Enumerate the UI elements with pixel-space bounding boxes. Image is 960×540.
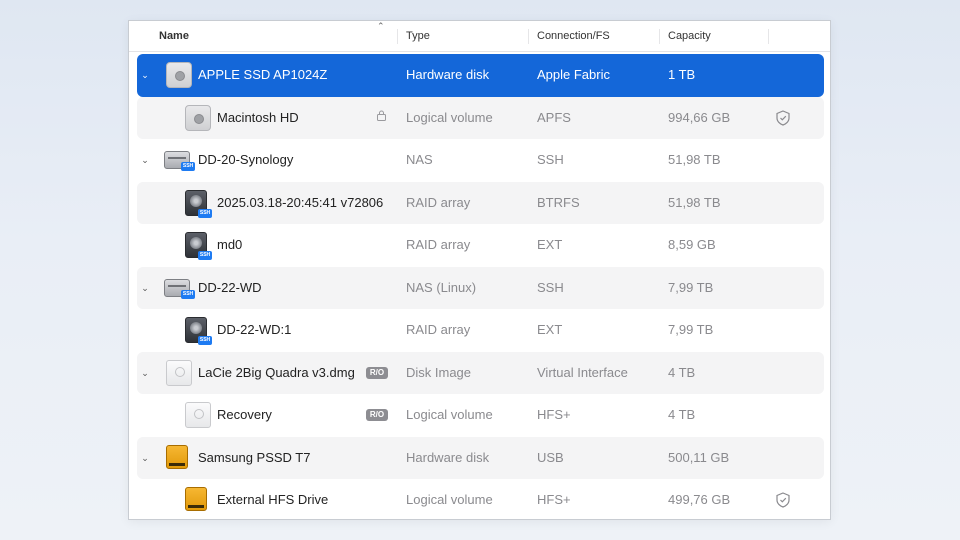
column-capacity-header[interactable]: Capacity: [659, 29, 768, 44]
row-type: Hardware disk: [406, 67, 490, 82]
row-type: Logical volume: [406, 492, 493, 507]
row-type: RAID array: [406, 322, 471, 337]
table-row[interactable]: ⌄ LaCie 2Big Quadra v3.dmg R/O Disk Imag…: [137, 351, 824, 395]
row-type: RAID array: [406, 237, 471, 252]
table-row[interactable]: SSH md0 RAID array EXT 8,59 GB: [137, 224, 824, 267]
row-name: APPLE SSD AP1024Z: [198, 67, 328, 82]
disclosure-chevron-icon[interactable]: ⌄: [137, 352, 153, 395]
row-capacity: 500,11 GB: [668, 449, 730, 465]
row-connection: Virtual Interface: [537, 364, 628, 380]
table-row[interactable]: SSH 2025.03.18-20:45:41 v72806 RAID arra…: [137, 181, 824, 224]
disk-list-window: Name ⌃ Type Connection/FS Capacity ⌄ APP…: [128, 20, 831, 520]
row-connection: USB: [537, 449, 564, 465]
row-capacity: 1 TB: [668, 67, 696, 82]
read-only-badge: R/O: [366, 409, 388, 421]
table-row[interactable]: External HFS Drive Logical volume HFS+ 4…: [137, 479, 824, 519]
table-row[interactable]: ⌄ Samsung PSSD T7 Hardware disk USB 500,…: [137, 436, 824, 480]
raid-icon: SSH: [185, 189, 212, 218]
table-row[interactable]: ⌄ APPLE SSD AP1024Z Hardware disk Apple …: [137, 54, 824, 97]
ssh-badge: SSH: [181, 289, 195, 299]
row-capacity: 51,98 TB: [668, 194, 721, 210]
disclosure-chevron-icon[interactable]: ⌄: [137, 267, 153, 310]
disclosure-chevron-icon[interactable]: ⌄: [137, 139, 153, 182]
nas-icon: SSH: [164, 151, 195, 171]
row-capacity: 51,98 TB: [668, 152, 721, 167]
row-type: NAS: [406, 152, 433, 167]
row-type: Logical volume: [406, 109, 493, 125]
row-type: RAID array: [406, 194, 471, 210]
disk-image-icon: [166, 359, 192, 386]
lock-icon: [377, 97, 386, 140]
table-row[interactable]: ⌄ SSH DD-22-WD NAS (Linux) SSH 7,99 TB: [137, 266, 824, 310]
row-capacity: 4 TB: [668, 407, 696, 422]
row-type: NAS (Linux): [406, 279, 477, 295]
row-name: Macintosh HD: [217, 109, 299, 125]
row-connection: SSH: [537, 152, 564, 167]
volume-icon: [185, 402, 211, 428]
ssh-badge: SSH: [181, 162, 195, 171]
ssh-badge: SSH: [198, 336, 212, 345]
column-extra-header[interactable]: [768, 29, 828, 44]
read-only-badge: R/O: [366, 366, 388, 379]
row-connection: SSH: [537, 279, 564, 295]
row-name: 2025.03.18-20:45:41 v72806: [217, 194, 384, 210]
row-connection: EXT: [537, 237, 563, 252]
row-name: Recovery: [217, 407, 272, 422]
table-row[interactable]: ⌄ SSH DD-20-Synology NAS SSH 51,98 TB: [137, 139, 824, 182]
table-row[interactable]: Macintosh HD Logical volume APFS 994,66 …: [137, 96, 824, 140]
raid-icon: SSH: [185, 232, 212, 260]
column-capacity-label: Capacity: [668, 30, 711, 42]
column-connection-header[interactable]: Connection/FS: [528, 29, 659, 44]
row-capacity: 7,99 TB: [668, 322, 714, 337]
column-connection-label: Connection/FS: [537, 30, 610, 42]
row-type: Disk Image: [406, 364, 472, 380]
disclosure-chevron-icon[interactable]: ⌄: [137, 54, 153, 97]
row-name: LaCie 2Big Quadra v3.dmg: [198, 364, 355, 380]
row-name: DD-20-Synology: [198, 152, 294, 167]
column-type-header[interactable]: Type: [397, 29, 528, 44]
disk-list: ⌄ APPLE SSD AP1024Z Hardware disk Apple …: [137, 54, 824, 519]
internal-disk-icon: [166, 62, 192, 88]
volume-icon: [185, 104, 211, 131]
row-capacity: 7,99 TB: [668, 279, 714, 295]
column-header: Name ⌃ Type Connection/FS Capacity: [129, 21, 830, 52]
row-capacity: 499,76 GB: [668, 492, 731, 507]
raid-icon: SSH: [185, 317, 212, 345]
row-name: DD-22-WD: [198, 279, 262, 295]
shield-icon: [776, 97, 790, 140]
shield-icon: [776, 479, 790, 519]
row-capacity: 994,66 GB: [668, 109, 731, 125]
row-name: Samsung PSSD T7: [198, 449, 311, 465]
row-name: md0: [217, 237, 243, 252]
row-capacity: 4 TB: [668, 364, 696, 380]
row-connection: BTRFS: [537, 194, 580, 210]
row-capacity: 8,59 GB: [668, 237, 716, 252]
disclosure-chevron-icon[interactable]: ⌄: [137, 437, 153, 480]
table-row[interactable]: SSH DD-22-WD:1 RAID array EXT 7,99 TB: [137, 309, 824, 352]
table-row[interactable]: Recovery R/O Logical volume HFS+ 4 TB: [137, 394, 824, 437]
column-name-label: Name: [159, 30, 189, 42]
row-name: External HFS Drive: [217, 492, 329, 507]
external-disk-icon: [166, 444, 188, 469]
ssh-badge: SSH: [198, 208, 212, 218]
row-connection: HFS+: [537, 407, 571, 422]
row-type: Logical volume: [406, 407, 493, 422]
external-volume-icon: [185, 487, 207, 511]
row-connection: APFS: [537, 109, 571, 125]
row-connection: Apple Fabric: [537, 67, 610, 82]
column-name-header[interactable]: Name: [151, 21, 397, 52]
nas-icon: SSH: [164, 278, 195, 299]
row-type: Hardware disk: [406, 449, 490, 465]
sort-ascending-icon[interactable]: ⌃: [377, 21, 385, 32]
row-name: DD-22-WD:1: [217, 322, 292, 337]
row-connection: EXT: [537, 322, 563, 337]
row-connection: HFS+: [537, 492, 571, 507]
column-type-label: Type: [406, 30, 430, 42]
ssh-badge: SSH: [198, 251, 212, 260]
